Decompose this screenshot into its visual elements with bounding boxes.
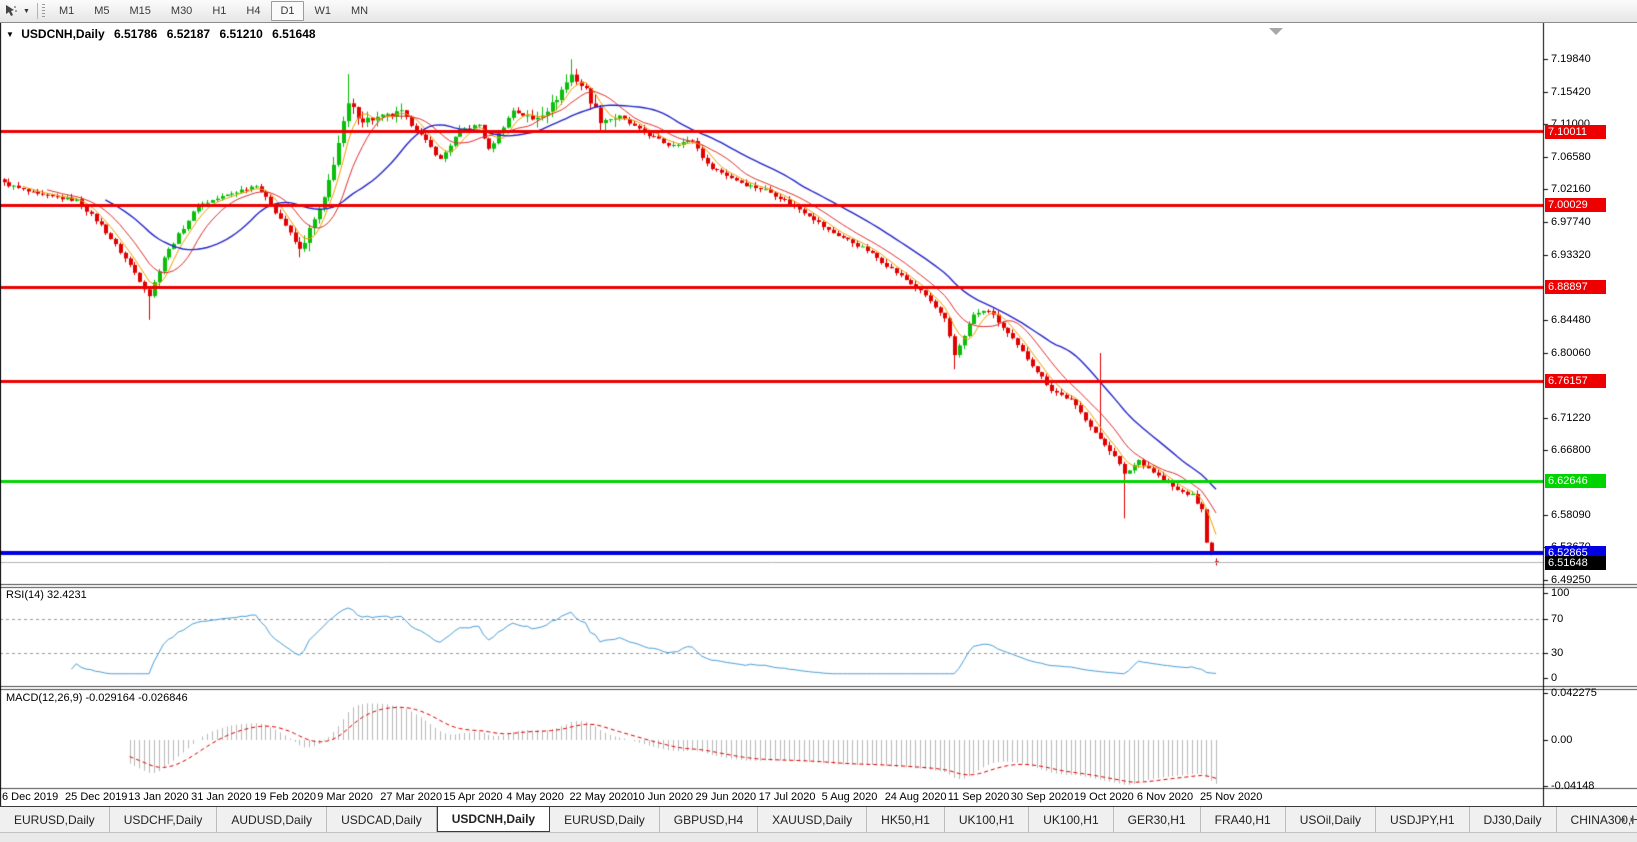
chart-tab[interactable]: HK50,H1 — [867, 807, 945, 832]
date-label: 13 Jan 2020 — [128, 791, 189, 803]
cursor-crosshair-icon — [4, 4, 18, 18]
chart-tab[interactable]: GBPUSD,H4 — [660, 807, 758, 832]
date-label: 4 May 2020 — [506, 791, 563, 803]
chart-tab[interactable]: UK100,H1 — [1029, 807, 1113, 832]
price-axis-tick: 6.71220 — [1551, 412, 1591, 424]
current-price-badge: 6.51648 — [1545, 556, 1606, 570]
date-label: 6 Dec 2019 — [2, 791, 58, 803]
chart-tab[interactable]: USDJPY,H1 — [1376, 807, 1469, 832]
timeframe-button-m30[interactable]: M30 — [162, 1, 201, 21]
price-axis-tick: 6.93320 — [1551, 249, 1591, 261]
date-label: 25 Dec 2019 — [65, 791, 127, 803]
chart-tab-bar: EURUSD,DailyUSDCHF,DailyAUDUSD,DailyUSDC… — [0, 806, 1637, 832]
chart-tab[interactable]: AUDUSD,Daily — [217, 807, 327, 832]
chart-tab[interactable]: EURUSD,Daily — [550, 807, 660, 832]
chart-tab[interactable]: USDCAD,Daily — [327, 807, 437, 832]
tool-dropdown-caret-icon[interactable]: ▼ — [22, 8, 35, 15]
chart-shift-marker-icon[interactable] — [1269, 28, 1283, 35]
chart-tab[interactable]: USDCNH,Daily — [437, 807, 550, 832]
mt4-window: ▼ M1M5M15M30H1H4D1W1MN ▼ USDCNH,Daily 6.… — [0, 0, 1637, 842]
quote-low: 6.51210 — [219, 27, 262, 41]
timeframe-button-mn[interactable]: MN — [342, 1, 377, 21]
chart-symbol-label: USDCNH,Daily — [21, 27, 104, 41]
price-axis-tick: 6.80060 — [1551, 347, 1591, 359]
price-axis-tick: 6.84480 — [1551, 314, 1591, 326]
timeframe-button-w1[interactable]: W1 — [306, 1, 341, 21]
timeframe-button-m15[interactable]: M15 — [121, 1, 160, 21]
date-label: 22 May 2020 — [569, 791, 633, 803]
tab-navigation: ◂ ▸ — [1620, 806, 1635, 832]
price-axis-tick: 7.19840 — [1551, 53, 1591, 65]
chart-tab[interactable]: EURUSD,Daily — [0, 807, 110, 832]
date-label: 30 Sep 2020 — [1011, 791, 1073, 803]
price-axis-tick: 6.49250 — [1551, 574, 1591, 586]
date-label: 29 Jun 2020 — [696, 791, 757, 803]
crosshair-tool-button[interactable] — [0, 2, 22, 20]
date-label: 10 Jun 2020 — [633, 791, 694, 803]
status-strip — [0, 832, 1637, 842]
timeframe-button-h1[interactable]: H1 — [203, 1, 235, 21]
macd-axis-tick: -0.04148 — [1551, 780, 1594, 792]
level-price-badge: 7.10011 — [1545, 125, 1606, 139]
tab-scroll-right-icon[interactable]: ▸ — [1630, 814, 1635, 825]
timeframe-button-d1[interactable]: D1 — [271, 1, 303, 21]
toolbar: ▼ M1M5M15M30H1H4D1W1MN — [0, 0, 1637, 23]
tab-scroll-left-icon[interactable]: ◂ — [1620, 814, 1625, 825]
price-axis-tick: 7.02160 — [1551, 183, 1591, 195]
macd-axis-tick: 0.00 — [1551, 734, 1572, 746]
quote-open: 6.51786 — [114, 27, 157, 41]
timeframe-button-h4[interactable]: H4 — [237, 1, 269, 21]
rsi-axis-tick: 100 — [1551, 587, 1569, 599]
date-label: 17 Jul 2020 — [759, 791, 816, 803]
timeframe-button-m1[interactable]: M1 — [50, 1, 83, 21]
chart-title: ▼ USDCNH,Daily 6.51786 6.52187 6.51210 6… — [6, 27, 316, 41]
price-axis-tick: 6.97740 — [1551, 216, 1591, 228]
date-label: 27 Mar 2020 — [380, 791, 442, 803]
level-price-badge: 6.76157 — [1545, 374, 1606, 388]
chart-tab[interactable]: GER30,H1 — [1114, 807, 1201, 832]
chart-tab[interactable]: DJ30,Daily — [1470, 807, 1557, 832]
chart-tab[interactable]: USOil,Daily — [1286, 807, 1376, 832]
date-label: 6 Nov 2020 — [1137, 791, 1193, 803]
rsi-axis-tick: 30 — [1551, 647, 1563, 659]
price-axis-tick: 6.66800 — [1551, 444, 1591, 456]
date-label: 25 Nov 2020 — [1200, 791, 1262, 803]
toolbar-grip — [42, 4, 45, 18]
date-label: 19 Feb 2020 — [254, 791, 316, 803]
timeframe-button-m5[interactable]: M5 — [85, 1, 118, 21]
level-price-badge: 6.88897 — [1545, 280, 1606, 294]
price-axis-tick: 7.06580 — [1551, 151, 1591, 163]
macd-axis-tick: 0.042275 — [1551, 687, 1597, 699]
toolbar-separator — [37, 3, 38, 19]
date-label: 19 Oct 2020 — [1074, 791, 1134, 803]
collapse-triangle-icon[interactable]: ▼ — [6, 30, 14, 39]
level-price-badge: 6.62646 — [1545, 474, 1606, 488]
rsi-indicator-label: RSI(14) 32.4231 — [6, 589, 87, 601]
quote-close: 6.51648 — [272, 27, 315, 41]
rsi-axis-tick: 0 — [1551, 672, 1557, 684]
chart-tab[interactable]: XAUUSD,Daily — [758, 807, 867, 832]
date-label: 11 Sep 2020 — [948, 791, 1010, 803]
chart-tab[interactable]: UK100,H1 — [945, 807, 1029, 832]
price-axis-tick: 7.15420 — [1551, 86, 1591, 98]
level-price-badge: 7.00029 — [1545, 198, 1606, 212]
price-chart-canvas[interactable] — [0, 23, 1637, 806]
chart-tab[interactable]: USDCHF,Daily — [110, 807, 218, 832]
macd-indicator-label: MACD(12,26,9) -0.029164 -0.026846 — [6, 692, 188, 704]
chart-tab[interactable]: FRA40,H1 — [1201, 807, 1286, 832]
date-label: 15 Apr 2020 — [443, 791, 502, 803]
date-label: 24 Aug 2020 — [885, 791, 947, 803]
rsi-axis-tick: 70 — [1551, 613, 1563, 625]
date-label: 5 Aug 2020 — [822, 791, 878, 803]
price-axis-tick: 6.58090 — [1551, 509, 1591, 521]
timeframe-buttons: M1M5M15M30H1H4D1W1MN — [49, 1, 378, 21]
date-label: 31 Jan 2020 — [191, 791, 252, 803]
quote-high: 6.52187 — [167, 27, 210, 41]
date-label: 9 Mar 2020 — [317, 791, 373, 803]
